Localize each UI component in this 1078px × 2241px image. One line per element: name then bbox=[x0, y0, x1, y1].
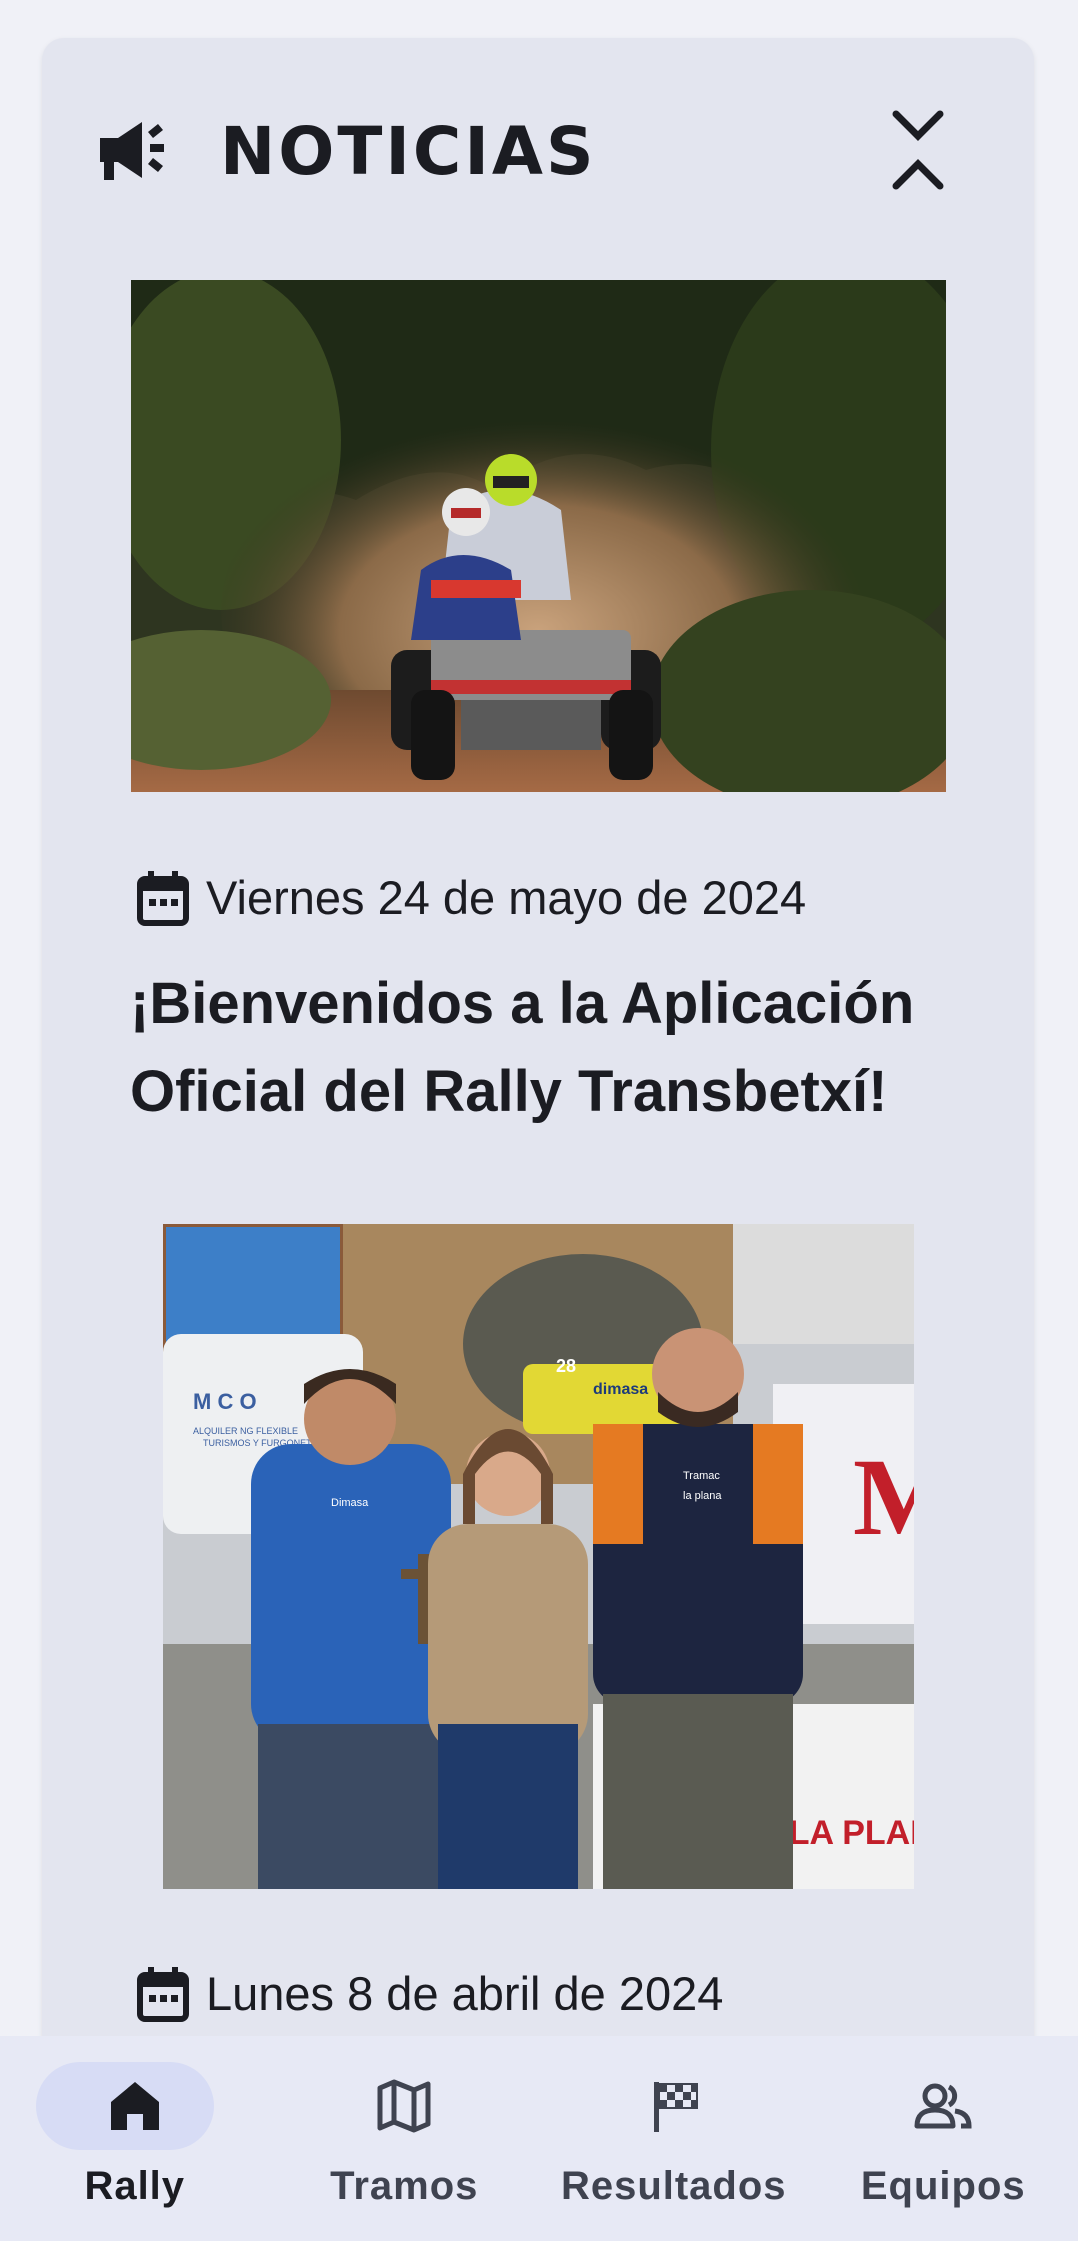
news-date-row: Viernes 24 de mayo de 2024 bbox=[136, 866, 806, 930]
nav-label-resultados: Resultados bbox=[560, 2164, 787, 2208]
campaign-icon bbox=[100, 122, 164, 180]
shirt-logo-text: Tramac bbox=[683, 1470, 720, 1482]
checkered-flag-icon bbox=[653, 2082, 698, 2132]
van-logo-text: M C O bbox=[193, 1389, 257, 1414]
shirt-logo2-text: la plana bbox=[683, 1490, 722, 1502]
news-date: Lunes 8 de abril de 2024 bbox=[206, 1967, 724, 2020]
nav-item-rally[interactable]: Rally bbox=[0, 2036, 270, 2241]
news-section-title: NOTICIAS bbox=[220, 113, 597, 190]
jacket-logo-text: Dimasa bbox=[331, 1497, 369, 1509]
bottom-navigation: Rally Tramos Resultados Equipos bbox=[0, 2036, 1078, 2241]
news-scroll-area[interactable]: NOTICIAS Viernes 24 de mayo de 2024 ¡Bie… bbox=[0, 0, 1078, 2036]
nav-label-equipos: Equipos bbox=[860, 2164, 1026, 2208]
map-icon bbox=[377, 2079, 431, 2133]
home-icon bbox=[110, 2082, 159, 2130]
quad-rally-photo[interactable] bbox=[131, 280, 946, 792]
calendar-icon bbox=[137, 1967, 189, 2022]
news-card: NOTICIAS Viernes 24 de mayo de 2024 ¡Bie… bbox=[42, 38, 1034, 2036]
trophy-group-photo[interactable]: M C O ALQUILER NG FLEXIBLE TURISMOS Y FU… bbox=[163, 1224, 914, 1889]
quad-number-text: 28 bbox=[556, 1356, 576, 1376]
news-date-row: Lunes 8 de abril de 2024 bbox=[136, 1962, 723, 2026]
news-date: Viernes 24 de mayo de 2024 bbox=[206, 871, 807, 924]
collapse-chevrons-icon[interactable] bbox=[882, 108, 954, 192]
nav-item-equipos[interactable]: Equipos bbox=[809, 2036, 1078, 2241]
nav-item-tramos[interactable]: Tramos bbox=[270, 2036, 540, 2241]
banner-text: M bbox=[853, 1436, 914, 1558]
nav-label-tramos: Tramos bbox=[330, 2164, 479, 2208]
quad-sponsor-text: dimasa bbox=[593, 1381, 648, 1398]
calendar-icon bbox=[137, 871, 189, 926]
news-header: NOTICIAS bbox=[42, 38, 1034, 228]
news-title: ¡Bienvenidos a la Aplicación Oficial del… bbox=[130, 971, 915, 1124]
people-icon bbox=[914, 2083, 972, 2129]
nav-label-rally: Rally bbox=[84, 2164, 186, 2208]
nav-item-resultados[interactable]: Resultados bbox=[539, 2036, 809, 2241]
van-line1-text: ALQUILER NG FLEXIBLE bbox=[193, 1426, 298, 1436]
